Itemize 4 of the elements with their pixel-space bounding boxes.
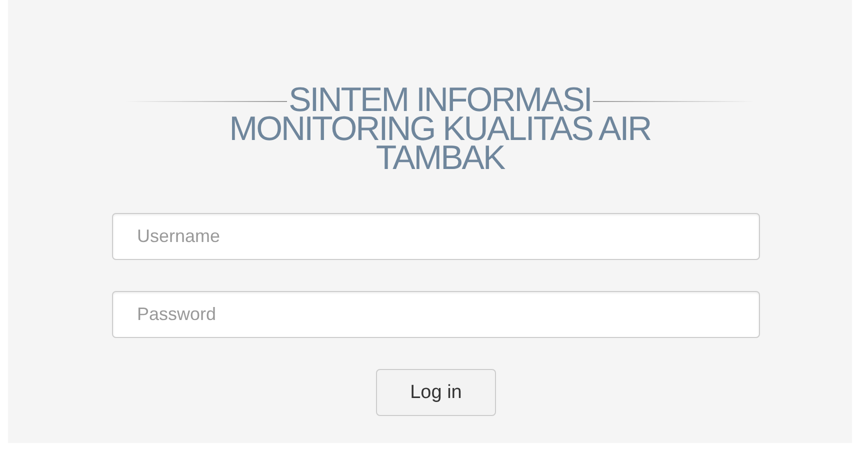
input-field[interactable]: Password [112,291,760,338]
app-title: SINTEM INFORMASI MONITORING KUALITAS AIR TAMBAK [229,86,651,173]
input-field[interactable]: Username [112,213,760,260]
login-button[interactable]: Log in [376,369,496,416]
